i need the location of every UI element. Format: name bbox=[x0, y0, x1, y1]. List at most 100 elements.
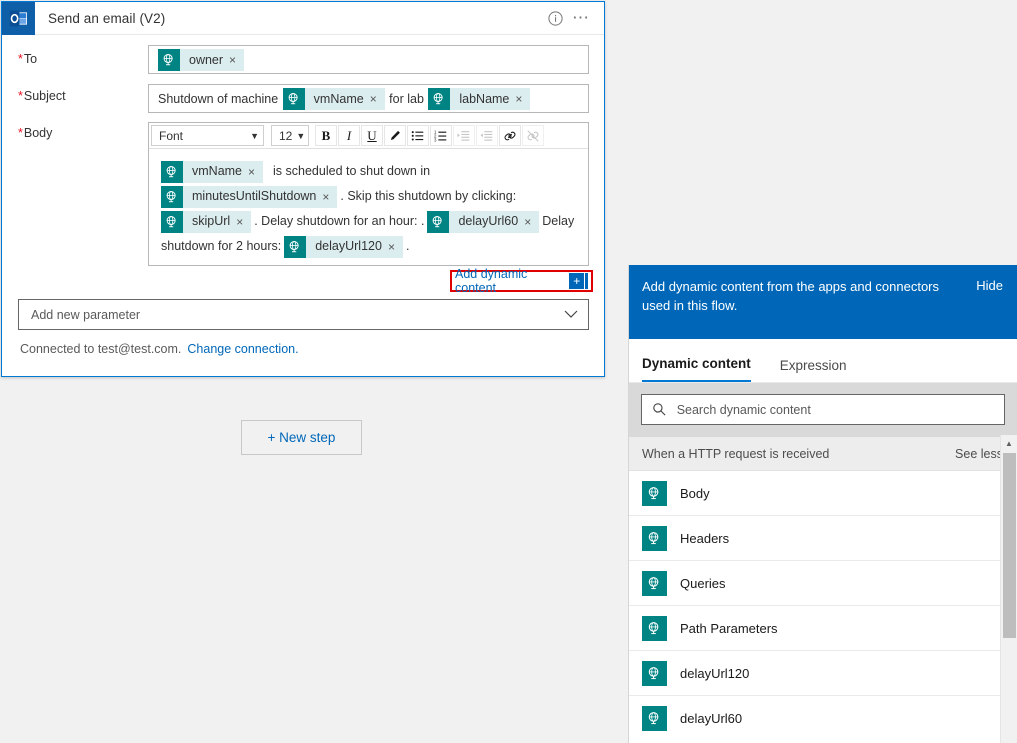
body-label: *Body bbox=[18, 126, 53, 140]
see-less-toggle[interactable]: See less bbox=[955, 447, 1003, 461]
token-label: owner bbox=[189, 53, 224, 67]
to-label: *To bbox=[18, 52, 38, 66]
dynamic-content-panel: Add dynamic content from the apps and co… bbox=[628, 265, 1017, 743]
token-chip-vmname-body[interactable]: vmName × bbox=[161, 160, 264, 183]
http-request-token-icon bbox=[642, 480, 667, 506]
body-label-wrap: *Body bbox=[18, 126, 52, 140]
body-text-5: . bbox=[405, 239, 410, 253]
close-icon[interactable]: × bbox=[524, 216, 539, 228]
numbered-list-icon[interactable]: 1 2 3 bbox=[430, 125, 452, 146]
http-request-token-icon bbox=[161, 160, 183, 183]
body-text-3: . Delay shutdown for an hour: . bbox=[254, 214, 425, 228]
search-box[interactable] bbox=[641, 394, 1005, 425]
close-icon[interactable]: × bbox=[236, 216, 251, 228]
outdent-icon[interactable] bbox=[476, 125, 498, 146]
underline-button[interactable]: U bbox=[361, 125, 383, 146]
required-asterisk: * bbox=[18, 89, 23, 103]
token-chip-minutesuntilshutdown[interactable]: minutesUntilShutdown × bbox=[161, 185, 338, 208]
close-icon[interactable]: × bbox=[322, 191, 337, 203]
font-family-value: Font bbox=[159, 128, 184, 143]
token-chip-delayurl120[interactable]: delayUrl120 × bbox=[284, 235, 403, 258]
scrollbar-thumb[interactable] bbox=[1003, 453, 1016, 638]
connection-status: Connected to test@test.com. Change connec… bbox=[20, 342, 299, 356]
required-asterisk: * bbox=[18, 52, 23, 66]
list-item[interactable]: Path Parameters bbox=[629, 606, 1001, 651]
token-label: delayUrl60 bbox=[458, 214, 519, 229]
http-request-token-icon bbox=[642, 706, 667, 731]
unlink-icon[interactable] bbox=[522, 125, 544, 146]
chevron-down-icon: ▼ bbox=[250, 130, 259, 141]
to-label-wrap: *To bbox=[18, 52, 37, 66]
italic-button[interactable]: I bbox=[338, 125, 360, 146]
banner-text: Add dynamic content from the apps and co… bbox=[642, 279, 940, 313]
close-icon[interactable]: × bbox=[370, 93, 385, 105]
http-request-token-icon bbox=[642, 660, 667, 686]
rich-text-editor[interactable]: Font ▼ 12 ▼ B I U 1 2 3 vmName × is sche… bbox=[148, 122, 589, 266]
http-request-token-icon bbox=[642, 570, 667, 596]
chevron-down-icon bbox=[564, 307, 578, 322]
tab-expression[interactable]: Expression bbox=[780, 358, 847, 382]
change-connection-link[interactable]: Change connection. bbox=[187, 342, 298, 356]
add-new-parameter-dropdown[interactable]: Add new parameter bbox=[18, 299, 589, 330]
add-dynamic-content-link[interactable]: Add dynamic content bbox=[455, 267, 564, 295]
search-input[interactable] bbox=[672, 401, 1004, 418]
list-item[interactable]: delayUrl120 bbox=[629, 651, 1001, 696]
token-chip-skipurl[interactable]: skipUrl × bbox=[161, 210, 252, 233]
subject-field[interactable]: Shutdown of machine vmName × for lab lab… bbox=[148, 84, 589, 113]
close-icon[interactable]: × bbox=[388, 241, 403, 253]
connection-text: Connected to test@test.com. bbox=[20, 342, 182, 356]
tab-dynamic-content[interactable]: Dynamic content bbox=[642, 356, 751, 382]
http-request-token-icon bbox=[642, 615, 667, 641]
required-asterisk: * bbox=[18, 126, 23, 140]
close-icon[interactable]: × bbox=[515, 93, 530, 105]
panel-scrollbar[interactable]: ▲ bbox=[1000, 435, 1017, 743]
svg-text:3: 3 bbox=[434, 137, 437, 142]
card-header: Send an email (V2) ⋯ bbox=[2, 1, 604, 35]
token-label: labName bbox=[459, 92, 510, 106]
add-dynamic-content-highlight: Add dynamic content + bbox=[450, 267, 593, 295]
bulleted-list-icon[interactable] bbox=[407, 125, 429, 146]
close-icon[interactable]: × bbox=[248, 166, 263, 178]
list-item-label: Body bbox=[680, 485, 710, 501]
info-icon[interactable] bbox=[544, 7, 566, 29]
chevron-down-icon: ▼ bbox=[296, 130, 306, 141]
token-chip-owner[interactable]: owner × bbox=[158, 49, 245, 71]
indent-icon[interactable] bbox=[453, 125, 475, 146]
bold-button[interactable]: B bbox=[315, 125, 337, 146]
highlighter-icon[interactable] bbox=[384, 125, 406, 146]
http-request-token-icon bbox=[282, 88, 305, 110]
list-item-label: Path Parameters bbox=[680, 620, 778, 636]
font-size-value: 12 bbox=[279, 128, 293, 143]
outlook-icon bbox=[2, 1, 35, 35]
token-label: minutesUntilShutdown bbox=[192, 189, 317, 204]
link-icon[interactable] bbox=[499, 125, 521, 146]
token-label: delayUrl120 bbox=[315, 239, 382, 254]
http-request-token-icon bbox=[427, 210, 450, 233]
list-item-label: delayUrl120 bbox=[680, 665, 750, 681]
font-family-select[interactable]: Font ▼ bbox=[151, 125, 264, 146]
hide-panel-button[interactable]: Hide bbox=[976, 277, 1003, 293]
font-size-select[interactable]: 12 ▼ bbox=[271, 125, 309, 146]
add-dynamic-content-caret bbox=[585, 273, 588, 289]
token-chip-labname[interactable]: labName × bbox=[428, 88, 531, 110]
list-item[interactable]: Headers bbox=[629, 516, 1001, 561]
close-icon[interactable]: × bbox=[229, 54, 244, 66]
more-options-glyph: ⋯ bbox=[572, 8, 590, 27]
list-item[interactable]: delayUrl60 bbox=[629, 696, 1001, 741]
new-step-button[interactable]: + New step bbox=[241, 420, 362, 455]
list-item-label: Headers bbox=[680, 530, 730, 546]
token-chip-delayurl60[interactable]: delayUrl60 × bbox=[427, 210, 540, 233]
token-chip-vmname[interactable]: vmName × bbox=[282, 88, 385, 110]
to-field[interactable]: owner × bbox=[148, 45, 589, 74]
ellipsis-icon[interactable]: ⋯ bbox=[570, 7, 592, 29]
dynamic-content-list: Body Headers Queries Path Parameters del… bbox=[629, 471, 1017, 741]
token-label: vmName bbox=[192, 164, 243, 179]
add-dynamic-content-plus-button[interactable]: + bbox=[569, 273, 585, 289]
page-title: Send an email (V2) bbox=[48, 10, 166, 26]
scroll-up-arrow[interactable]: ▲ bbox=[1001, 435, 1017, 452]
list-item[interactable]: Body bbox=[629, 471, 1001, 516]
email-body-content[interactable]: vmName × is scheduled to shut down in mi… bbox=[149, 149, 588, 265]
list-item[interactable]: Queries bbox=[629, 561, 1001, 606]
card-header-buttons: ⋯ bbox=[544, 7, 604, 29]
list-item-label: delayUrl60 bbox=[680, 711, 743, 726]
